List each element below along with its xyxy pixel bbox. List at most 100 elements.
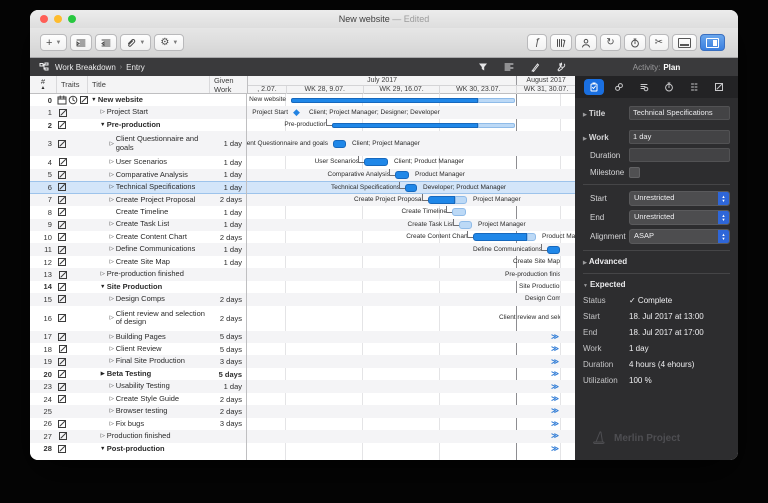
table-row[interactable]: 14 ▼ Site Production [30, 281, 246, 293]
toggle-inspector-button[interactable] [700, 34, 725, 51]
table-row[interactable]: 7 ▷ Create Project Proposal 2 days [30, 193, 246, 207]
table-row[interactable]: 0 ▼ New website [30, 94, 246, 106]
tab-finances[interactable] [634, 79, 654, 95]
gantt-row[interactable]: Create Site Map [247, 256, 575, 268]
brush-icon[interactable] [530, 62, 540, 72]
offscreen-indicator[interactable]: ≫ [551, 419, 559, 428]
gantt-row[interactable]: Define Communications [247, 243, 575, 256]
gantt-row[interactable]: ≫ [247, 380, 575, 393]
table-row[interactable]: 1 ▷ Project Start [30, 106, 246, 119]
gantt-row[interactable]: ≫ [247, 343, 575, 355]
outdent-button[interactable] [95, 34, 118, 51]
toggle-bottom-panel-button[interactable] [672, 34, 697, 51]
close-window-button[interactable] [40, 15, 48, 23]
gantt-row[interactable]: ≫ [247, 430, 575, 443]
gantt-row[interactable]: ≫ [247, 393, 575, 405]
table-row[interactable]: 24 ▷ Create Style Guide 2 days [30, 393, 246, 405]
table-row[interactable]: 9 ▷ Create Task List 1 day [30, 218, 246, 231]
activity-marker-icon[interactable]: ▷ [108, 382, 116, 391]
library-button[interactable] [550, 34, 573, 51]
gantt-row[interactable]: ≫ [247, 418, 575, 430]
start-constraint-select[interactable]: Unrestricted ▲ ▼ [629, 191, 730, 206]
gantt-row[interactable]: ≫ [247, 330, 575, 343]
expected-section-header[interactable]: ▼ Expected [583, 280, 730, 289]
table-row[interactable]: 10 ▷ Create Content Chart 2 days [30, 231, 246, 243]
task-bar[interactable] [428, 195, 467, 204]
tab-time[interactable] [659, 79, 679, 95]
table-row[interactable]: 8 Create Timeline 1 day [30, 206, 246, 218]
disclosure-collapsed-icon[interactable]: ▶ [99, 370, 107, 379]
table-row[interactable]: 26 ▷ Fix bugs 3 days [30, 418, 246, 430]
activity-marker-icon[interactable]: ▷ [108, 395, 116, 404]
gantt-row[interactable]: User Scenarios Client; Product Manager [247, 156, 575, 168]
milestone-diamond[interactable]: ◆ [293, 108, 300, 117]
table-row[interactable]: 23 ▷ Usability Testing 1 day [30, 380, 246, 393]
table-row[interactable]: 25 ▷ Browser testing 2 days [30, 405, 246, 418]
milestone-checkbox[interactable] [629, 166, 640, 178]
activity-marker-icon[interactable]: ▷ [99, 432, 107, 441]
activity-marker-icon[interactable]: ▷ [108, 140, 116, 149]
activity-marker-icon[interactable]: ▷ [108, 314, 116, 323]
gantt-row[interactable]: Create Task List Project Manager [247, 218, 575, 231]
minimize-window-button[interactable] [54, 15, 62, 23]
table-row[interactable]: 17 ▷ Building Pages 5 days [30, 330, 246, 343]
title-field[interactable]: Technical Specifications [629, 106, 730, 120]
task-bar[interactable] [452, 208, 466, 217]
activity-marker-icon[interactable]: ▷ [108, 258, 116, 267]
resources-button[interactable] [575, 34, 598, 51]
gantt-row[interactable]: New website [247, 94, 575, 106]
gantt-row[interactable]: Pre-production finished [247, 268, 575, 281]
format-icon[interactable] [504, 62, 514, 72]
offscreen-indicator[interactable]: ≫ [551, 444, 559, 453]
table-row[interactable]: 16 ▷ Client review and selection of design… [30, 306, 246, 331]
offscreen-indicator[interactable]: ≫ [551, 357, 559, 366]
table-row[interactable]: 3 ▷ Client Questionnaire and goals 1 day [30, 131, 246, 157]
activity-marker-icon[interactable]: ▷ [108, 220, 116, 229]
column-header-title[interactable]: Title [88, 76, 210, 93]
table-row[interactable]: 5 ▷ Comparative Analysis 1 day [30, 168, 246, 182]
offscreen-indicator[interactable]: ≫ [551, 395, 559, 403]
disclosure-expanded-icon[interactable]: ▼ [99, 283, 107, 292]
advanced-section-header[interactable]: ▶ Advanced [583, 257, 730, 266]
disclosure-expanded-icon[interactable]: ▼ [99, 121, 107, 130]
table-row[interactable]: 4 ▷ User Scenarios 1 day [30, 156, 246, 168]
gantt-row[interactable]: ≫ [247, 443, 575, 455]
progress-button[interactable] [623, 34, 646, 51]
table-row[interactable]: 6 ▷ Technical Specifications 1 day [30, 181, 246, 194]
table-row[interactable]: 28 ▼ Post-production [30, 443, 246, 455]
filter-icon[interactable] [478, 62, 488, 72]
gantt-row[interactable]: Technical Specifications Developer; Produ… [247, 181, 575, 194]
gantt-row[interactable]: Client review and selection of design [247, 306, 575, 331]
activity-marker-icon[interactable]: ▷ [99, 270, 107, 279]
task-bar[interactable] [473, 233, 536, 242]
wrench-icon[interactable] [556, 62, 566, 72]
gantt-row[interactable]: ≫ [247, 405, 575, 418]
gantt-row[interactable]: Create Content Chart Product Manager [247, 231, 575, 243]
activity-marker-icon[interactable]: ▷ [108, 407, 116, 416]
tab-columns[interactable] [684, 79, 704, 95]
gantt-row[interactable]: Design Comps [247, 293, 575, 306]
table-row[interactable]: 12 ▷ Create Site Map 1 day [30, 256, 246, 268]
column-header-given-work[interactable]: Given Work [210, 76, 247, 94]
activity-marker-icon[interactable]: ▷ [108, 345, 116, 354]
gantt-row[interactable]: Project Start ◆ Client; Project Manager; D… [247, 106, 575, 119]
table-row[interactable]: 15 ▷ Design Comps 2 days [30, 293, 246, 306]
activity-marker-icon[interactable]: ▷ [108, 245, 116, 254]
disclosure-expanded-icon[interactable]: ▼ [99, 445, 107, 454]
gantt-row[interactable]: Pre-production [247, 119, 575, 131]
offscreen-indicator[interactable]: ≫ [551, 432, 559, 440]
activity-marker-icon[interactable]: ▷ [108, 333, 116, 342]
sync-button[interactable]: ↻ [600, 34, 621, 51]
gantt-row[interactable]: Create Project Proposal Project Manager [247, 193, 575, 207]
activity-marker-icon[interactable]: ▷ [108, 183, 116, 192]
gantt-row[interactable]: Create Timeline [247, 206, 575, 218]
attach-button[interactable]: ▼ [120, 34, 152, 51]
gantt-row[interactable]: ≫ [247, 355, 575, 368]
gantt-row[interactable]: ≫ [247, 368, 575, 380]
alignment-select[interactable]: ASAP ▲ ▼ [629, 229, 730, 244]
end-constraint-select[interactable]: Unrestricted ▲ ▼ [629, 210, 730, 225]
task-bar[interactable] [405, 184, 417, 193]
gantt-row[interactable]: Comparative Analysis Product Manager [247, 168, 575, 182]
work-field[interactable]: 1 day [629, 130, 730, 144]
activity-marker-icon[interactable]: ▷ [108, 158, 116, 167]
